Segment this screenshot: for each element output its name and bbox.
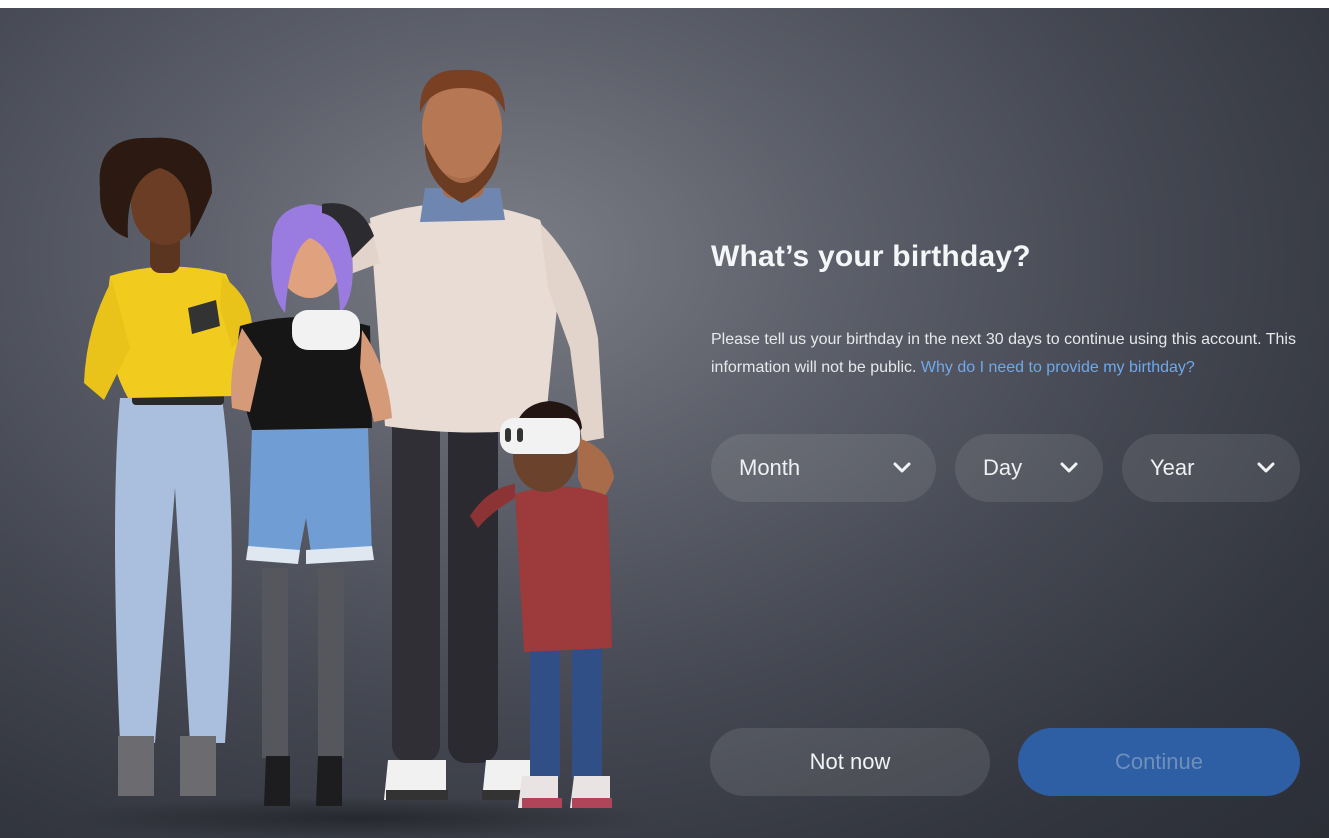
why-birthday-link[interactable]: Why do I need to provide my birthday? bbox=[921, 359, 1195, 376]
continue-button[interactable]: Continue bbox=[1018, 728, 1300, 796]
month-select[interactable]: Month bbox=[711, 434, 936, 502]
page-title: What’s your birthday? bbox=[711, 240, 1031, 273]
chevron-down-icon bbox=[893, 462, 911, 473]
woman-yellow-figure bbox=[84, 137, 252, 796]
birthday-description: Please tell us your birthday in the next… bbox=[711, 326, 1311, 382]
not-now-button[interactable]: Not now bbox=[710, 728, 990, 796]
top-border bbox=[0, 0, 1329, 8]
chevron-down-icon bbox=[1257, 462, 1275, 473]
day-select[interactable]: Day bbox=[955, 434, 1103, 502]
day-select-value: Day bbox=[983, 455, 1023, 480]
girl-purple-figure bbox=[231, 203, 392, 806]
year-select[interactable]: Year bbox=[1122, 434, 1300, 502]
month-select-value: Month bbox=[739, 455, 801, 480]
family-illustration bbox=[60, 69, 660, 838]
chevron-down-icon bbox=[1060, 462, 1078, 473]
birthday-screen: What’s your birthday? Please tell us you… bbox=[0, 8, 1329, 838]
year-select-value: Year bbox=[1150, 455, 1195, 480]
